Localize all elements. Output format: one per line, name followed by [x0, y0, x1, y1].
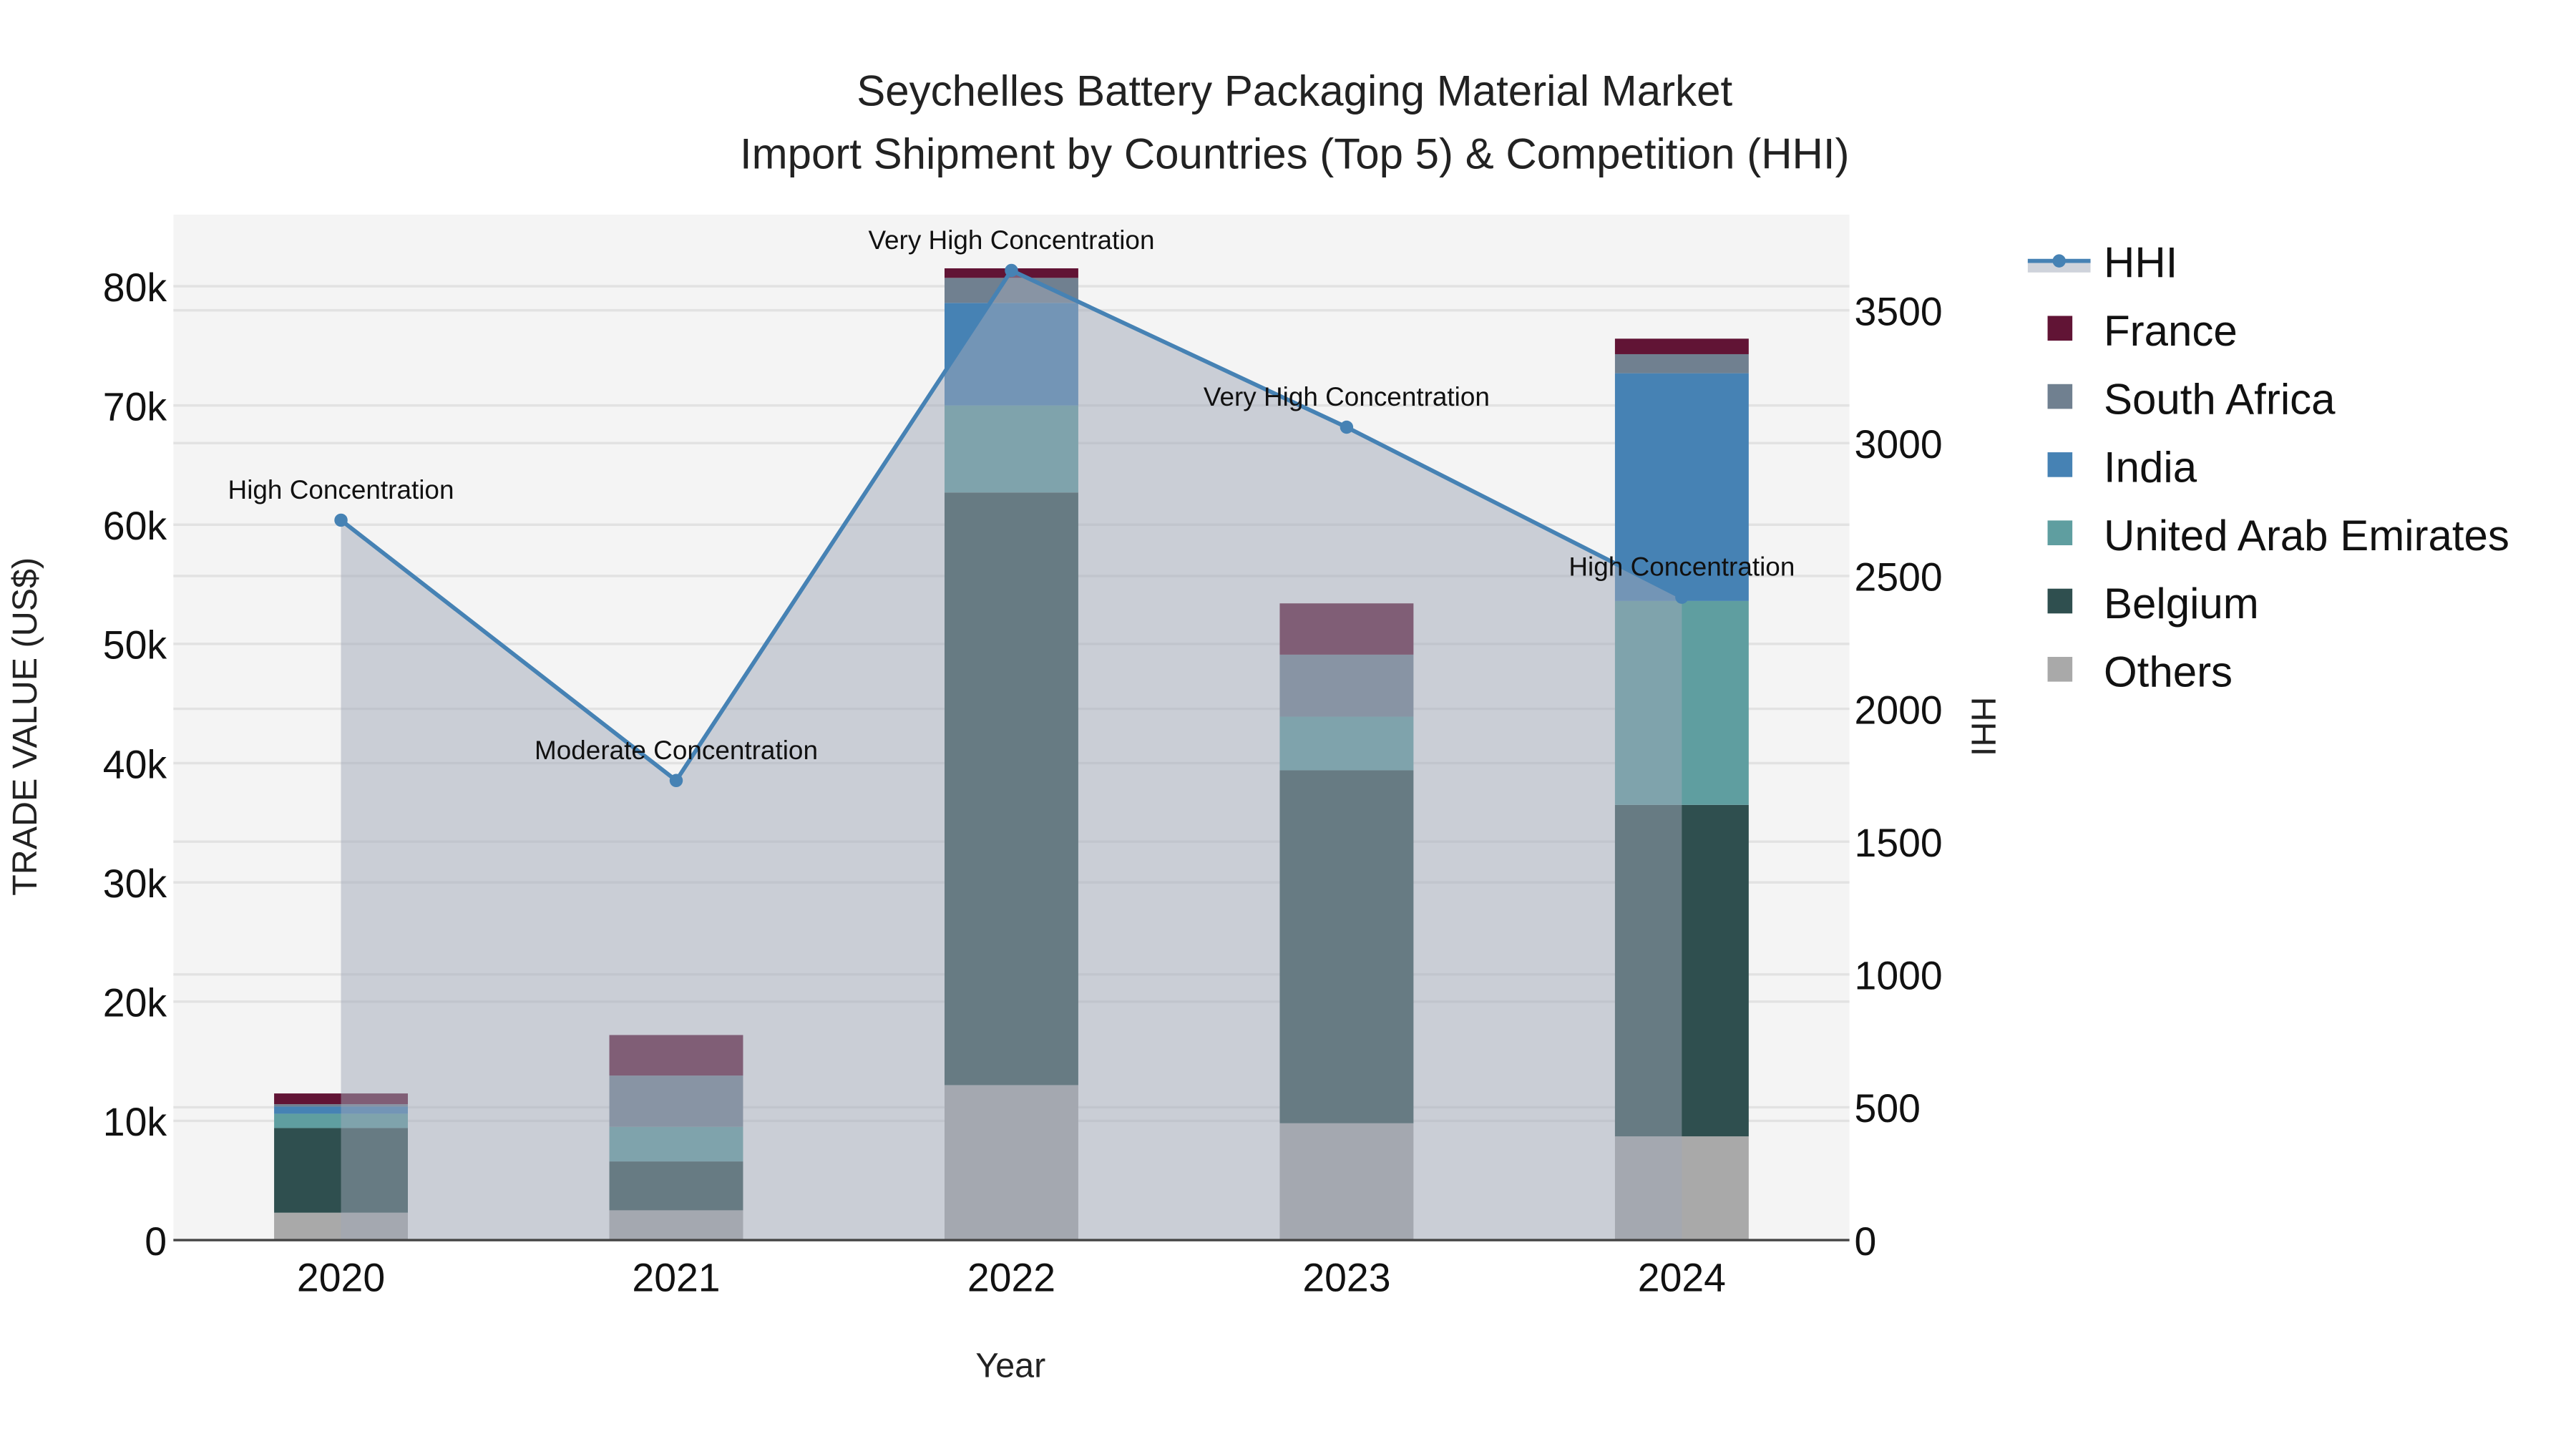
- hhi-annotation: Very High Concentration: [868, 225, 1154, 255]
- y2-tick-label: 1000: [1855, 954, 1943, 998]
- y-tick-label: 20k: [103, 981, 167, 1025]
- x-tick-label: 2021: [632, 1256, 720, 1300]
- y-tick-label: 50k: [103, 623, 167, 668]
- legend-swatch-belgium: [2047, 588, 2073, 614]
- bar-south-africa-2024: [1614, 353, 1749, 374]
- legend-label-others: Others: [2104, 648, 2233, 696]
- y-tick-label: 0: [145, 1219, 167, 1264]
- legend-label-united-arab-emirates: United Arab Emirates: [2104, 512, 2509, 560]
- hhi-annotation: High Concentration: [1568, 552, 1795, 582]
- y-tick-label: 10k: [103, 1100, 167, 1144]
- x-tick-label: 2024: [1638, 1256, 1726, 1300]
- hhi-annotation: Moderate Concentration: [535, 736, 818, 765]
- y-axis-ticks: 0 10k 20k 30k 40k 50k 60k 70k 80k: [103, 265, 167, 1264]
- x-tick-label: 2023: [1302, 1256, 1390, 1300]
- bar-france-2024: [1614, 338, 1749, 354]
- legend-label-india: India: [2104, 444, 2197, 492]
- legend-label-hhi: HHI: [2104, 239, 2177, 287]
- y-tick-label: 80k: [103, 265, 167, 310]
- legend-swatch-france: [2047, 316, 2073, 341]
- chart: Seychelles Battery Packaging Material Ma…: [6, 67, 2509, 1385]
- legend-swatch-india: [2047, 452, 2073, 477]
- y2-axis-ticks: 0 500 1000 1500 2000 2500 3000 3500: [1855, 289, 1943, 1263]
- y2-tick-label: 3500: [1855, 289, 1943, 333]
- y2-tick-label: 3000: [1855, 422, 1943, 467]
- legend-swatch-united-arab-emirates: [2047, 520, 2073, 545]
- x-axis-ticks: 2020 2021 2022 2023 2024: [297, 1256, 1726, 1300]
- y-tick-label: 30k: [103, 862, 167, 906]
- y2-tick-label: 1500: [1855, 821, 1943, 865]
- y2-tick-label: 0: [1855, 1219, 1877, 1264]
- legend-swatch-others: [2047, 657, 2073, 682]
- legend-label-france: France: [2104, 307, 2238, 355]
- hhi-point-2024: [1675, 590, 1689, 604]
- y-tick-label: 40k: [103, 742, 167, 786]
- hhi-point-2020: [334, 513, 348, 527]
- y2-tick-label: 2500: [1855, 555, 1943, 600]
- legend-swatch-south-africa: [2047, 384, 2073, 409]
- x-axis-title: Year: [975, 1347, 1045, 1385]
- x-tick-label: 2022: [967, 1256, 1055, 1300]
- chart-title-line1: Seychelles Battery Packaging Material Ma…: [857, 67, 1732, 115]
- hhi-point-2021: [669, 774, 683, 788]
- y2-tick-label: 2000: [1855, 688, 1943, 732]
- hhi-annotation: Very High Concentration: [1204, 382, 1490, 411]
- y-axis-title: TRADE VALUE (US$): [6, 557, 44, 896]
- legend-hhi-marker: [2052, 254, 2066, 268]
- legend-label-south-africa: South Africa: [2104, 375, 2336, 423]
- y2-axis-title: HHI: [1963, 697, 2002, 756]
- hhi-annotation: High Concentration: [228, 475, 454, 504]
- chart-title-line2: Import Shipment by Countries (Top 5) & C…: [740, 130, 1850, 177]
- legend: HHI France South Africa India United Arab Em…: [2027, 239, 2509, 696]
- y-tick-label: 70k: [103, 384, 167, 429]
- legend-label-belgium: Belgium: [2104, 580, 2259, 628]
- hhi-point-2023: [1340, 420, 1354, 434]
- x-tick-label: 2020: [297, 1256, 385, 1300]
- hhi-point-2022: [1005, 263, 1018, 278]
- y-tick-label: 60k: [103, 504, 167, 548]
- y2-tick-label: 500: [1855, 1086, 1921, 1131]
